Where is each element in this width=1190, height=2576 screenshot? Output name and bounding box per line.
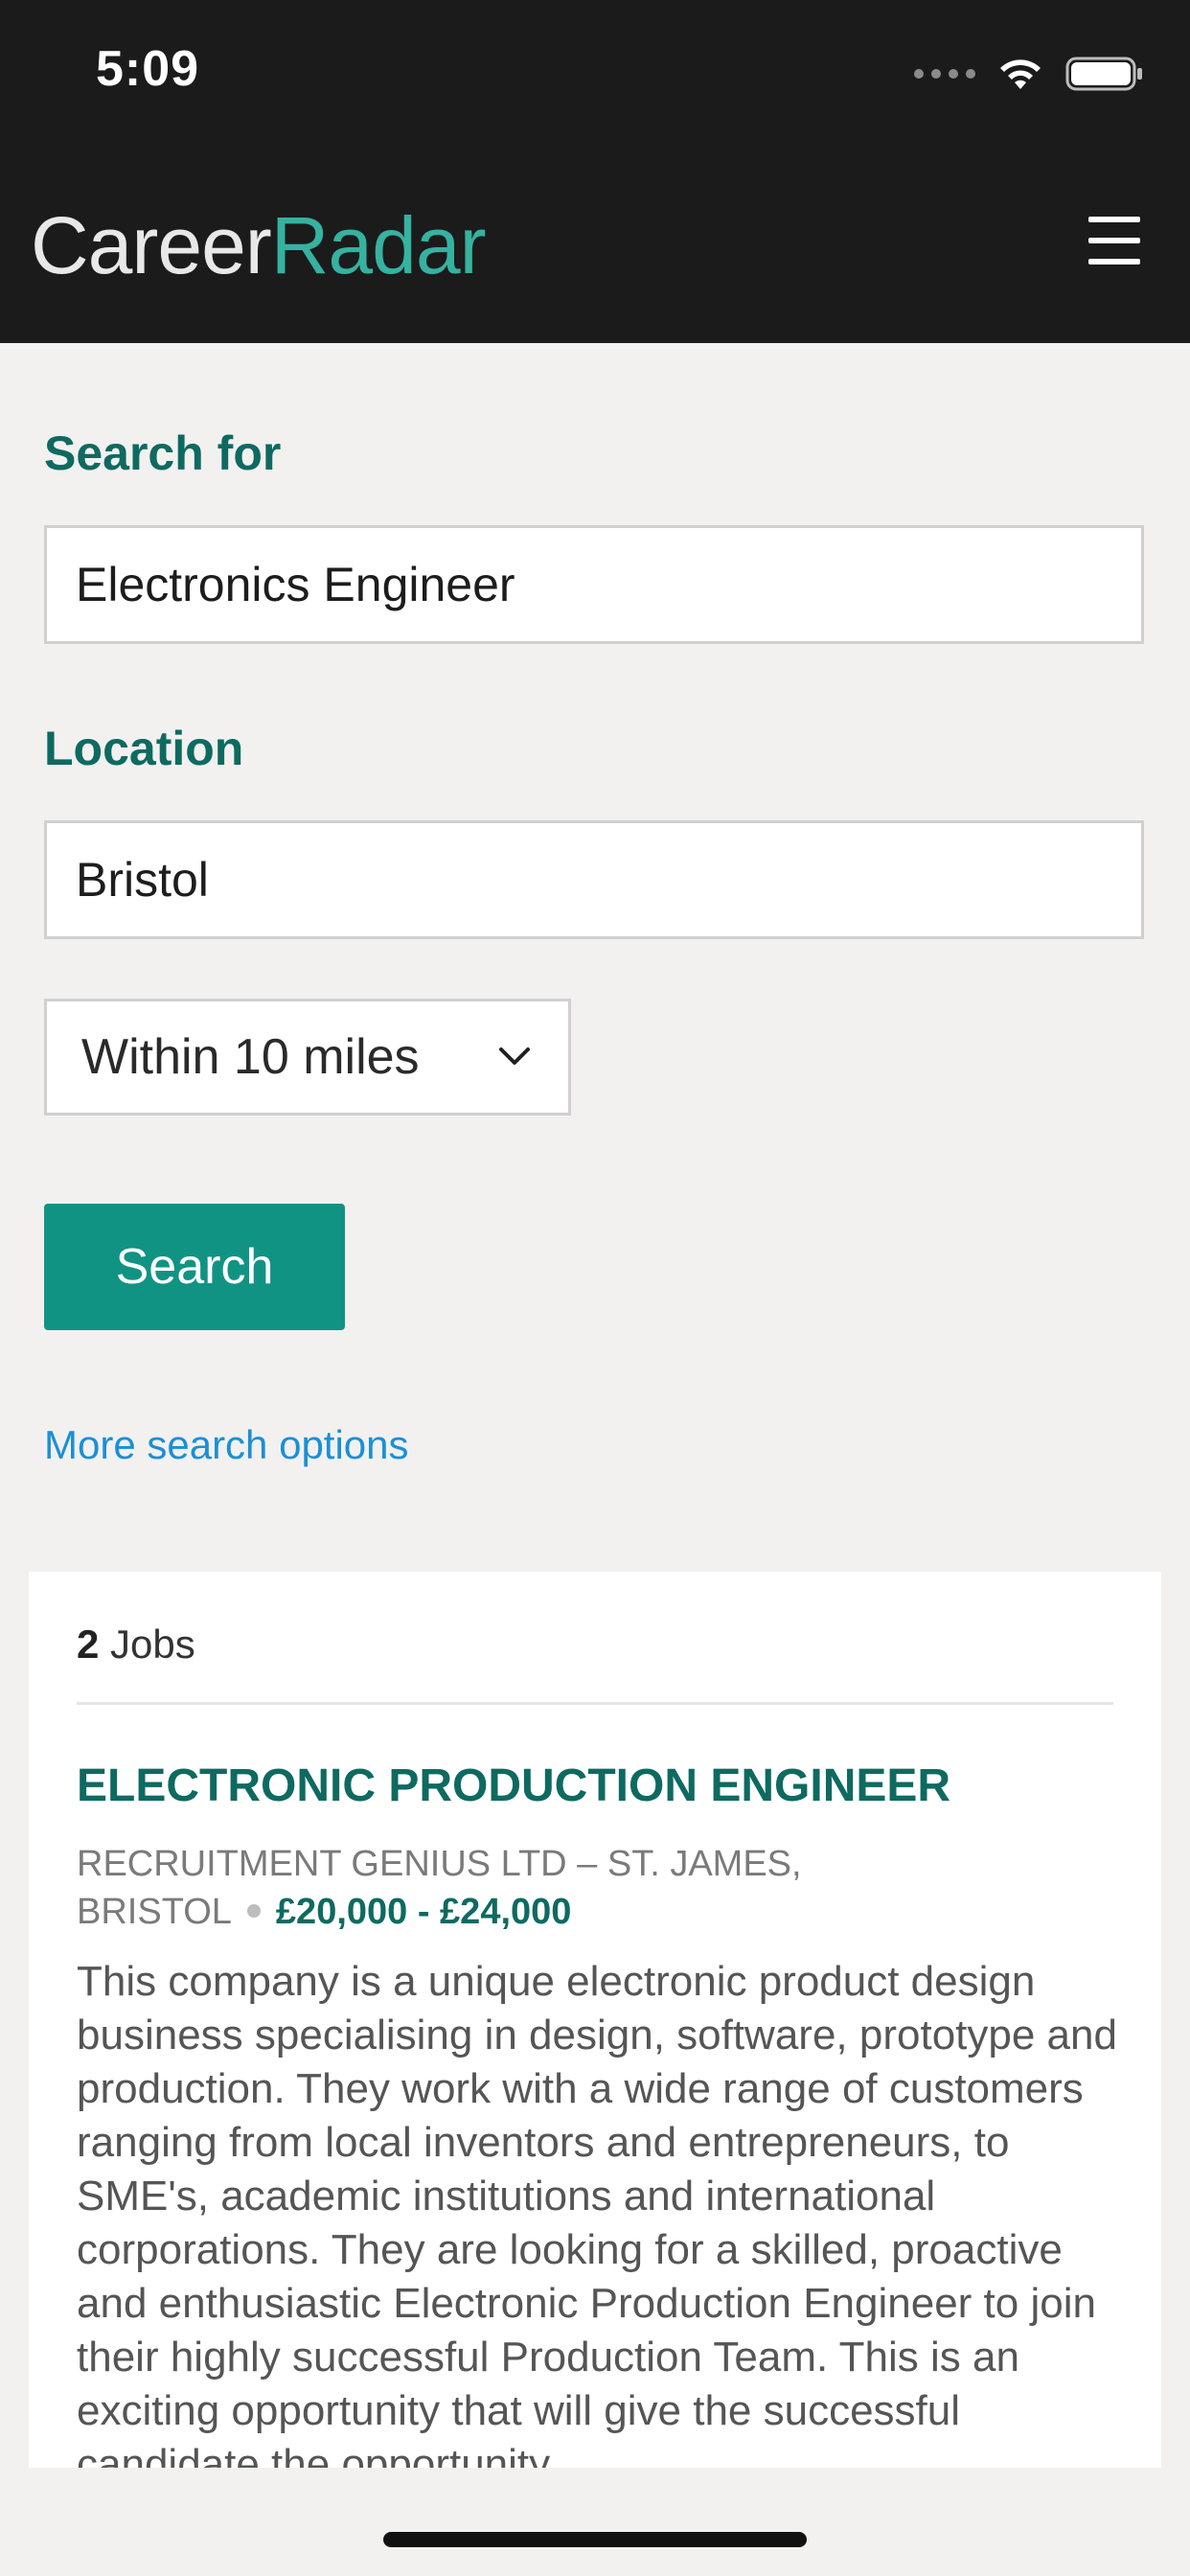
home-indicator[interactable] [383, 2532, 807, 2547]
results-count-label: Jobs [110, 1622, 195, 1667]
logo-radar-text: Radar [270, 200, 487, 290]
status-icons [914, 50, 1144, 98]
app-header: CareerRadar [0, 144, 1190, 343]
search-for-label: Search for [44, 426, 282, 480]
hamburger-menu-icon[interactable] [1088, 217, 1140, 264]
job-salary: £20,000 - £24,000 [275, 1892, 572, 1932]
wifi-icon [1000, 59, 1041, 89]
location-label: Location [44, 722, 244, 775]
results-count-number: 2 [77, 1622, 100, 1667]
location-input[interactable]: Bristol [44, 820, 1144, 939]
status-time: 5:09 [96, 41, 200, 97]
status-bar: 5:09 [0, 0, 1190, 144]
signal-icon [914, 69, 975, 79]
results-count: 2 Jobs [77, 1622, 195, 1668]
logo-career-text: Career [31, 200, 272, 290]
search-button[interactable]: Search [44, 1204, 345, 1330]
job-company-line2: BRISTOL [77, 1892, 232, 1932]
distance-select-value: Within 10 miles [81, 1029, 420, 1085]
job-description: This company is a unique electronic prod… [77, 1958, 1117, 2468]
results-panel: 2 Jobs ELECTRONIC PRODUCTION ENGINEER RE… [29, 1572, 1161, 2468]
search-input[interactable]: Electronics Engineer [44, 525, 1144, 644]
job-company-line1: RECRUITMENT GENIUS LTD – ST. JAMES, [77, 1844, 802, 1884]
job-title-link[interactable]: ELECTRONIC PRODUCTION ENGINEER [77, 1760, 950, 1812]
distance-select[interactable]: Within 10 miles [44, 999, 571, 1116]
bullet-separator [246, 1903, 261, 1918]
battery-icon [1065, 57, 1142, 91]
more-search-options-link[interactable]: More search options [44, 1422, 409, 1468]
job-meta: RECRUITMENT GENIUS LTD – ST. JAMES, BRIS… [77, 1840, 1035, 1936]
chevron-down-icon [499, 1047, 530, 1065]
divider [77, 1702, 1113, 1705]
career-radar-logo[interactable]: CareerRadar [31, 197, 487, 293]
